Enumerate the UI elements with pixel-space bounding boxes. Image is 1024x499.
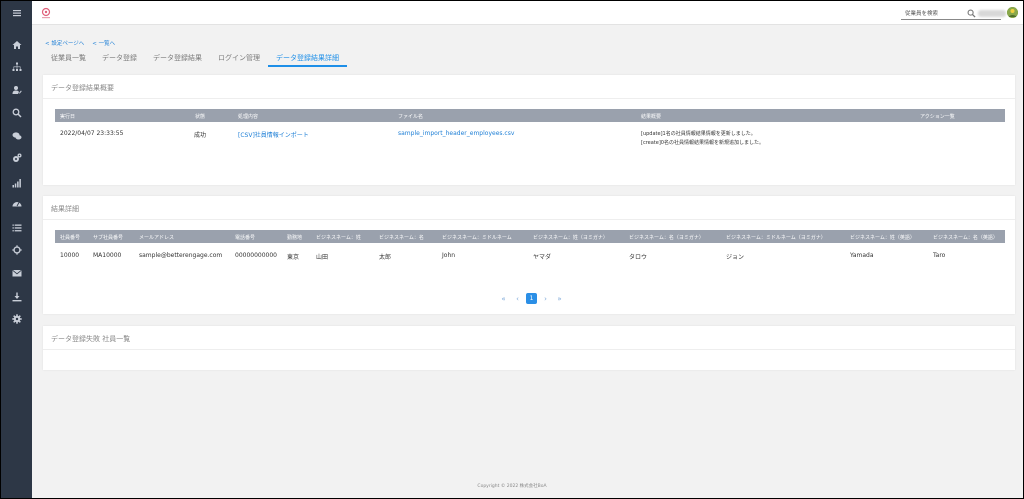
cell-email: sample@betterengage.com bbox=[139, 252, 223, 259]
failed-card: データ登録失敗 社員一覧 bbox=[43, 326, 1015, 370]
org-chart-icon[interactable] bbox=[9, 59, 24, 74]
failed-card-title: データ登録失敗 社員一覧 bbox=[51, 335, 131, 343]
cell-sub-employee-id: MA10000 bbox=[93, 252, 122, 259]
cell-first-name: 太郎 bbox=[379, 254, 392, 261]
cell-last-name: 山田 bbox=[316, 254, 329, 261]
tab-data-registration[interactable]: データ登録 bbox=[94, 51, 145, 67]
breadcrumb: < 設定ページへ < 一覧へ bbox=[45, 39, 115, 47]
header-status: 状態 bbox=[195, 114, 206, 120]
header-run-date: 実行日 bbox=[60, 114, 76, 120]
divider bbox=[43, 98, 1015, 99]
detail-card-title: 結果詳細 bbox=[51, 205, 79, 213]
summary-card-title: データ登録結果概要 bbox=[51, 84, 114, 92]
divider bbox=[43, 349, 1015, 350]
tab-employee-list[interactable]: 従業員一覧 bbox=[43, 51, 94, 67]
next-page-button[interactable]: › bbox=[540, 293, 551, 304]
crosshair-icon[interactable] bbox=[9, 242, 24, 257]
tab-login-management[interactable]: ログイン管理 bbox=[210, 51, 268, 67]
header-result-summary: 結果概要 bbox=[641, 114, 662, 120]
last-page-button[interactable]: » bbox=[554, 293, 565, 304]
app-window: < 設定ページへ < 一覧へ 従業員一覧 データ登録 データ登録結果 ログイン管… bbox=[1, 1, 1023, 498]
bar-chart-icon[interactable] bbox=[9, 175, 24, 190]
cell-employee-id: 10000 bbox=[60, 252, 80, 259]
header-email: メールアドレス bbox=[139, 235, 175, 241]
home-icon[interactable] bbox=[9, 37, 24, 52]
header-file-name: ファイル名 bbox=[398, 114, 424, 120]
search-icon[interactable] bbox=[967, 9, 976, 18]
first-page-button[interactable]: « bbox=[498, 293, 509, 304]
tab-bar: 従業員一覧 データ登録 データ登録結果 ログイン管理 データ登録結果詳細 bbox=[43, 51, 347, 67]
cell-status: 成功 bbox=[194, 132, 207, 139]
header-location: 勤務地 bbox=[287, 235, 303, 241]
cell-first-name-en: Taro bbox=[933, 252, 946, 259]
tab-registration-result-detail[interactable]: データ登録結果詳細 bbox=[268, 51, 347, 67]
divider bbox=[43, 219, 1015, 220]
page-1-button[interactable]: 1 bbox=[526, 293, 537, 304]
detail-table-header: 社員番号 サブ社員番号 メールアドレス 電話番号 勤務地 ビジネスネーム：姓 ビ… bbox=[55, 230, 1005, 243]
file-name-link[interactable]: sample_import_header_employees.csv bbox=[398, 130, 514, 137]
header-first-name: ビジネスネーム：名 bbox=[379, 235, 424, 241]
tab-registration-results[interactable]: データ登録結果 bbox=[145, 51, 210, 67]
prev-page-button[interactable]: ‹ bbox=[512, 293, 523, 304]
summary-table-header: 実行日 状態 処理内容 ファイル名 結果概要 アクション一覧 bbox=[55, 109, 1005, 122]
user-edit-icon[interactable] bbox=[9, 82, 24, 97]
header-first-name-kana: ビジネスネーム：名（ヨミガナ） bbox=[629, 235, 704, 241]
cell-first-name-kana: タロウ bbox=[629, 254, 648, 261]
cell-last-name-kana: ヤマダ bbox=[533, 254, 552, 261]
cell-location: 東京 bbox=[287, 254, 300, 261]
chat-icon[interactable] bbox=[9, 128, 24, 143]
settings-gears-icon[interactable] bbox=[9, 150, 24, 165]
avatar[interactable] bbox=[1007, 7, 1018, 18]
header-employee-id: 社員番号 bbox=[60, 235, 81, 241]
back-to-list-link[interactable]: < 一覧へ bbox=[92, 39, 115, 47]
pagination: « ‹ 1 › » bbox=[498, 293, 568, 304]
top-bar bbox=[32, 1, 1023, 25]
cell-phone: 00000000000 bbox=[235, 252, 277, 259]
search-icon[interactable] bbox=[9, 105, 24, 120]
header-sub-employee-id: サブ社員番号 bbox=[93, 235, 124, 241]
header-process: 処理内容 bbox=[238, 114, 259, 120]
header-phone: 電話番号 bbox=[235, 235, 256, 241]
header-actions: アクション一覧 bbox=[920, 114, 955, 120]
cell-run-date: 2022/04/07 23:33:55 bbox=[60, 130, 124, 137]
summary-card: データ登録結果概要 実行日 状態 処理内容 ファイル名 結果概要 アクション一覧… bbox=[43, 75, 1015, 185]
gear-icon[interactable] bbox=[9, 311, 24, 326]
cell-result-line-2: [create]0名の社員情報結果情報を新規追加しました。 bbox=[641, 140, 764, 146]
dashboard-icon[interactable] bbox=[9, 196, 24, 211]
header-middle-name: ビジネスネーム：ミドルネーム bbox=[442, 235, 512, 241]
header-last-name: ビジネスネーム：姓 bbox=[316, 235, 361, 241]
company-logo[interactable] bbox=[40, 7, 52, 20]
cell-last-name-en: Yamada bbox=[850, 252, 874, 259]
sidebar bbox=[1, 1, 32, 498]
list-icon[interactable] bbox=[9, 220, 24, 235]
back-to-settings-link[interactable]: < 設定ページへ bbox=[45, 39, 84, 47]
download-icon[interactable] bbox=[9, 289, 24, 304]
cell-middle-name-kana: ジョン bbox=[726, 254, 745, 261]
user-name-blurred[interactable] bbox=[978, 10, 1006, 17]
header-last-name-en: ビジネスネーム：姓（英語） bbox=[850, 235, 915, 241]
header-last-name-kana: ビジネスネーム：姓（ヨミガナ） bbox=[533, 235, 608, 241]
footer-copyright: Copyright © 2022 株式会社BoA bbox=[477, 484, 547, 489]
menu-icon[interactable] bbox=[9, 5, 24, 20]
process-link[interactable]: [CSV]社員情報インポート bbox=[238, 130, 309, 139]
mail-icon[interactable] bbox=[9, 265, 24, 280]
header-middle-name-kana: ビジネスネーム：ミドルネーム（ヨミガナ） bbox=[726, 235, 826, 241]
cell-middle-name: John bbox=[442, 252, 456, 259]
cell-result-line-1: [update]1名の社員情報結果情報を更新しました。 bbox=[641, 131, 756, 137]
header-first-name-en: ビジネスネーム：名（英語） bbox=[933, 235, 998, 241]
